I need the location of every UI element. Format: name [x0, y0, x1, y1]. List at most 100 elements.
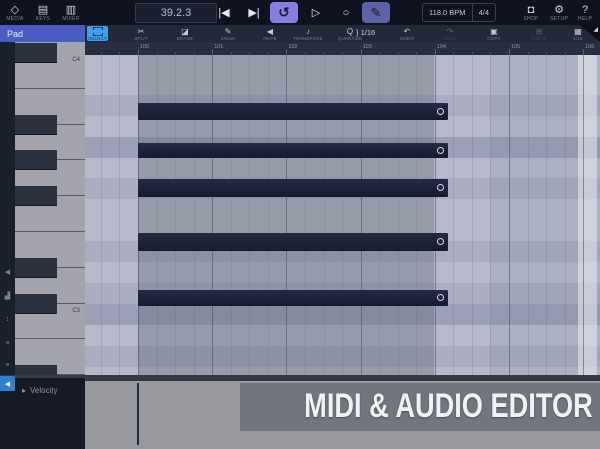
- pen-button[interactable]: ✎: [362, 2, 390, 23]
- midi-note[interactable]: [138, 233, 448, 251]
- ruler-tick: [398, 52, 399, 55]
- loop-button[interactable]: ↺: [270, 2, 298, 23]
- meter-icon[interactable]: ▟: [0, 288, 15, 303]
- track-name-label[interactable]: Pad: [0, 25, 85, 42]
- lane-separator: [0, 375, 600, 381]
- erase-icon: ◪: [181, 27, 189, 36]
- record-icon: ○: [343, 7, 350, 19]
- mixer-button[interactable]: ▥MIXER: [58, 1, 84, 24]
- bar-number: 103: [363, 44, 372, 50]
- shop-icon: ◘: [528, 4, 535, 16]
- ruler-tick: [379, 52, 380, 55]
- black-key[interactable]: [15, 294, 57, 314]
- shop-button[interactable]: ◘SHOP: [518, 1, 544, 24]
- bar-number: 105: [511, 44, 520, 50]
- setup-button[interactable]: ⚙SETUP: [546, 1, 572, 24]
- lines-a-icon[interactable]: ≡: [0, 336, 15, 351]
- ruler-tick: [509, 49, 510, 55]
- grid-line: [565, 55, 566, 375]
- lines-b-icon[interactable]: ≡: [0, 358, 15, 373]
- play-icon: ▷: [312, 6, 320, 19]
- ruler-tick: [583, 49, 584, 55]
- bar-number: 102: [288, 44, 297, 50]
- black-key[interactable]: [15, 186, 57, 206]
- transpose-icon: ♪: [306, 27, 310, 36]
- bpm-value[interactable]: 118.0 BPM: [423, 4, 472, 21]
- grid-right-highlight: [578, 55, 597, 375]
- ruler-tick: [268, 52, 269, 55]
- note-resize-handle[interactable]: [437, 108, 444, 115]
- snap-grid-icon: ▦: [574, 27, 582, 36]
- next-icon: ▶|: [248, 6, 259, 19]
- midi-editor-app: ◇MEDIA▤KEYS▥MIXER 39.2.3 |◀ ▶| ↺ ▷ ○ ✎ 118.0 …: [0, 0, 600, 449]
- monitor-speaker-icon[interactable]: ◀: [0, 264, 15, 279]
- setup-icon: ⚙: [554, 4, 564, 16]
- note-resize-handle[interactable]: [437, 238, 444, 245]
- draw-icon: ✎: [225, 27, 232, 36]
- bar-ruler[interactable]: 100101102103104105106: [85, 42, 600, 55]
- range-icon[interactable]: ↕: [0, 312, 15, 327]
- ruler-tick: [565, 52, 566, 55]
- grid-line: [490, 55, 491, 375]
- grid-line: [453, 55, 454, 375]
- copy-button[interactable]: ▣COPY: [477, 26, 511, 42]
- ruler-tick: [249, 52, 250, 55]
- keys-icon: ▤: [38, 4, 48, 16]
- caption-text: MIDI & AUDIO EDITOR: [304, 383, 593, 429]
- split-tool-button[interactable]: ✂SPLIT: [124, 26, 158, 42]
- left-icon-rail: ◀▟↕≡≡◀: [0, 42, 15, 375]
- black-key[interactable]: [15, 150, 57, 170]
- black-key[interactable]: [15, 258, 57, 278]
- next-button[interactable]: ▶|: [242, 2, 266, 23]
- bar-number: 106: [585, 44, 594, 50]
- erase-tool-button[interactable]: ◪ERASE: [168, 26, 202, 42]
- undo-button[interactable]: ↶UNDO: [390, 26, 424, 42]
- mute-tool-button[interactable]: ◀MUTE: [253, 26, 287, 42]
- transpose-tool-button[interactable]: ♪TRANSPOSE: [291, 26, 325, 42]
- grid-line: [119, 55, 120, 375]
- velocity-lane[interactable]: MIDI & AUDIO EDITOR: [85, 381, 600, 449]
- redo-button[interactable]: ↷REDO: [433, 26, 467, 42]
- black-key[interactable]: [15, 365, 57, 375]
- paste-button[interactable]: ⊞PASTE: [522, 26, 556, 42]
- piano-keyboard[interactable]: C4C3: [15, 42, 85, 375]
- time-signature[interactable]: 4/4: [472, 4, 495, 21]
- ruler-tick: [175, 52, 176, 55]
- draw-tool-button[interactable]: ✎DRAW: [211, 26, 245, 42]
- editor-toolbar: Pad SELECT ✂SPLIT ◪ERASE ✎DRAW ◀MUTE♪TRANSP…: [0, 25, 600, 42]
- record-button[interactable]: ○: [334, 2, 358, 23]
- note-grid[interactable]: [85, 55, 600, 375]
- ruler-tick: [416, 52, 417, 55]
- tempo-display[interactable]: 118.0 BPM 4/4: [422, 3, 496, 22]
- play-button[interactable]: ▷: [304, 2, 328, 23]
- media-button[interactable]: ◇MEDIA: [2, 1, 28, 24]
- help-button[interactable]: ?HELP: [572, 1, 598, 24]
- time-display[interactable]: 39.2.3: [135, 3, 217, 23]
- ruler-tick: [490, 52, 491, 55]
- grid-line: [583, 55, 584, 375]
- select-tool-label: SELECT: [88, 36, 107, 41]
- velocity-bar[interactable]: [137, 383, 139, 445]
- black-key[interactable]: [15, 43, 57, 63]
- quantize-icon: Q: [347, 27, 353, 36]
- ruler-tick: [361, 49, 362, 55]
- select-tool-button[interactable]: SELECT: [87, 26, 108, 41]
- midi-note[interactable]: [138, 143, 448, 158]
- ruler-tick: [546, 52, 547, 55]
- grid-line: [472, 55, 473, 375]
- note-resize-handle[interactable]: [437, 184, 444, 191]
- midi-note[interactable]: [138, 290, 448, 306]
- grid-line: [546, 55, 547, 375]
- speaker-icon[interactable]: ◀: [0, 376, 15, 391]
- midi-note[interactable]: [138, 103, 448, 120]
- quantize-value[interactable]: } 1/16: [356, 28, 375, 37]
- velocity-expand-arrow-icon[interactable]: ▸: [22, 386, 26, 395]
- note-resize-handle[interactable]: [437, 147, 444, 154]
- midi-note[interactable]: [138, 179, 448, 197]
- black-key[interactable]: [15, 115, 57, 135]
- note-resize-handle[interactable]: [437, 294, 444, 301]
- prev-button[interactable]: |◀: [212, 2, 236, 23]
- mute-icon: ◀: [267, 27, 273, 36]
- keys-button[interactable]: ▤KEYS: [30, 1, 56, 24]
- grid-line: [509, 55, 510, 375]
